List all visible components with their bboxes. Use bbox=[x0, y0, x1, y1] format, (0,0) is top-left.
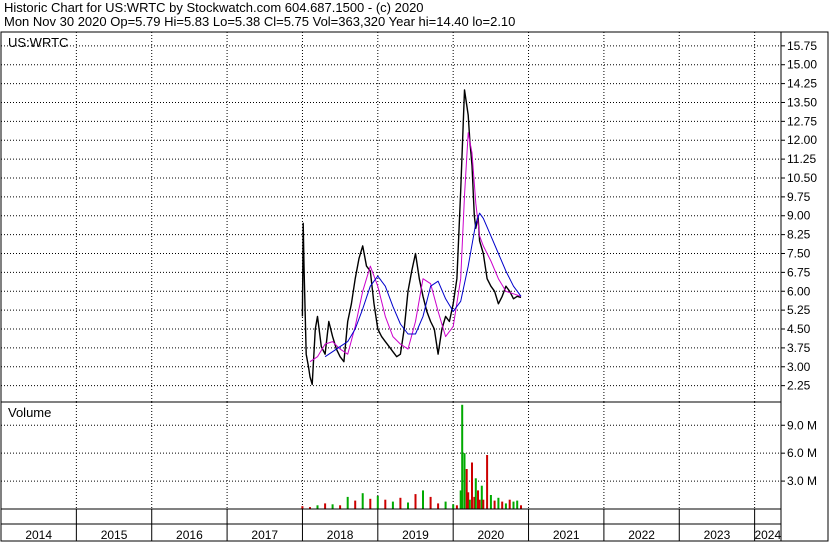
volume-bar bbox=[369, 498, 372, 509]
volume-bar bbox=[354, 500, 357, 509]
price-y-tick-label: 4.50 bbox=[787, 322, 811, 336]
volume-bar bbox=[407, 502, 409, 509]
volume-bar bbox=[414, 494, 417, 509]
x-tick-label: 2014 bbox=[25, 528, 52, 542]
volume-bar bbox=[422, 490, 424, 509]
volume-bar bbox=[391, 501, 394, 509]
price-y-tick-label: 12.00 bbox=[787, 133, 817, 147]
price-y-tick-label: 15.00 bbox=[787, 58, 817, 72]
price-y-tick-label: 5.25 bbox=[787, 303, 811, 317]
volume-bar bbox=[376, 496, 379, 509]
x-tick-label: 2016 bbox=[176, 528, 203, 542]
volume-bar bbox=[474, 478, 477, 509]
price-y-tick-label: 12.75 bbox=[787, 114, 817, 128]
volume-bar bbox=[497, 497, 500, 509]
x-tick-label: 2023 bbox=[704, 528, 731, 542]
volume-bar bbox=[331, 504, 334, 509]
price-panel: 15.75 15.00 14.25 13.50 12.75 12.00 11.25 10.50… bbox=[0, 31, 817, 403]
volume-bar bbox=[361, 493, 364, 509]
price-y-tick-label: 3.75 bbox=[787, 341, 811, 355]
volume-bar bbox=[346, 496, 349, 509]
volume-bar bbox=[486, 455, 489, 509]
volume-bar bbox=[429, 496, 432, 509]
price-y-tick-label: 14.25 bbox=[787, 77, 817, 91]
volume-bar bbox=[461, 404, 464, 509]
volume-bar bbox=[455, 505, 458, 509]
x-axis: 2014 2015 2016 2017 2018 2019 2020 2021 2022 2023… bbox=[0, 508, 782, 542]
volume-bar bbox=[512, 501, 515, 509]
volume-y-tick-label: 3.0 M bbox=[787, 474, 817, 488]
x-tick-label: 2015 bbox=[101, 528, 128, 542]
x-tick-label: 2022 bbox=[628, 528, 655, 542]
volume-bar bbox=[444, 501, 447, 509]
volume-bar bbox=[508, 499, 511, 509]
volume-bar bbox=[468, 499, 471, 509]
volume-bar bbox=[504, 503, 507, 509]
x-tick-label: 2021 bbox=[553, 528, 580, 542]
volume-bar bbox=[493, 500, 496, 509]
volume-bar bbox=[316, 505, 319, 509]
price-y-tick-label: 9.75 bbox=[787, 190, 811, 204]
volume-bar bbox=[399, 497, 402, 509]
volume-panel: 9.0 M 6.0 M 3.0 M Volume bbox=[0, 401, 817, 510]
volume-label: Volume bbox=[8, 405, 51, 420]
volume-bar bbox=[324, 503, 327, 509]
volume-bar bbox=[501, 501, 504, 509]
price-y-tick-label: 11.25 bbox=[787, 152, 816, 166]
stock-chart: 15.75 15.00 14.25 13.50 12.75 12.00 11.25 10.50… bbox=[0, 31, 829, 542]
price-y-tick-label: 15.75 bbox=[787, 39, 817, 53]
volume-bar bbox=[516, 500, 519, 509]
volume-bar bbox=[384, 499, 387, 509]
price-y-axis: 15.75 15.00 14.25 13.50 12.75 12.00 11.25 10.50… bbox=[781, 39, 817, 393]
price-y-tick-label: 3.00 bbox=[787, 360, 811, 374]
volume-bar bbox=[339, 505, 342, 509]
price-y-tick-label: 6.00 bbox=[787, 284, 811, 298]
volume-bar bbox=[463, 453, 466, 509]
volume-y-tick-label: 9.0 M bbox=[787, 418, 817, 432]
price-y-tick-label: 6.75 bbox=[787, 265, 811, 279]
price-y-tick-label: 2.25 bbox=[787, 379, 811, 393]
price-y-tick-label: 8.25 bbox=[787, 228, 811, 242]
volume-bar bbox=[452, 504, 455, 509]
volume-bar bbox=[482, 499, 485, 509]
x-tick-label: 2017 bbox=[251, 528, 278, 542]
volume-bar bbox=[520, 505, 522, 509]
price-y-tick-label: 7.50 bbox=[787, 246, 811, 260]
volume-bar bbox=[471, 462, 473, 509]
price-plot-area bbox=[0, 31, 782, 403]
x-tick-label: 2019 bbox=[402, 528, 429, 542]
volume-plot-area bbox=[0, 401, 782, 510]
x-tick-label: 2020 bbox=[478, 528, 505, 542]
volume-bar bbox=[489, 495, 492, 509]
symbol-label: US:WRTC bbox=[8, 35, 68, 50]
volume-bar bbox=[478, 499, 481, 509]
volume-y-tick-label: 6.0 M bbox=[787, 446, 817, 460]
x-tick-label: 2024 bbox=[754, 528, 781, 542]
x-tick-label: 2018 bbox=[327, 528, 354, 542]
price-y-tick-label: 9.00 bbox=[787, 209, 811, 223]
volume-bar bbox=[437, 503, 440, 509]
volume-y-axis: 9.0 M 6.0 M 3.0 M bbox=[781, 418, 817, 488]
price-y-tick-label: 13.50 bbox=[787, 95, 817, 109]
price-y-tick-label: 10.50 bbox=[787, 171, 817, 185]
